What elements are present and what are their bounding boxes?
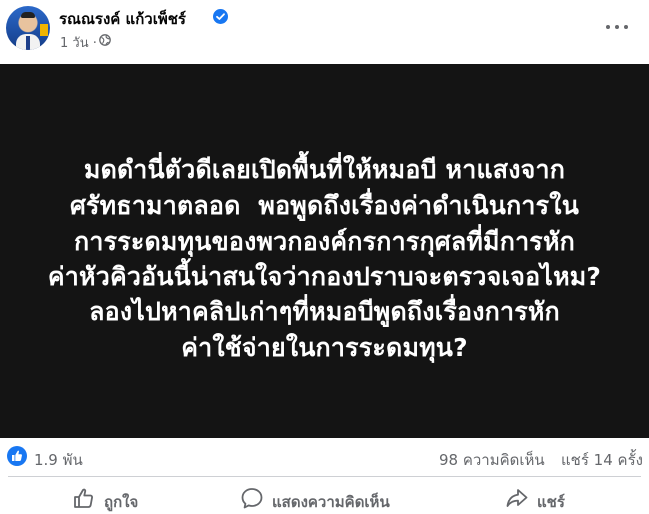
more-options-icon[interactable]	[600, 18, 634, 38]
comment-count[interactable]: 98 ความคิดเห็น	[439, 448, 545, 472]
like-reaction-icon[interactable]	[7, 446, 27, 466]
post-text-line: มดดำนี่ตัวดีเลยเปิดพื้นที่ให้หมอบี หาแสง…	[83, 155, 566, 184]
like-button[interactable]: ถูกใจ	[72, 484, 192, 511]
avatar-flag	[40, 24, 48, 36]
post-text-line: การระดมทุนของพวกองค์กรการกุศลที่มีการหัก	[74, 227, 575, 256]
share-button[interactable]: แชร์	[505, 484, 605, 511]
avatar-hair	[21, 12, 35, 18]
post-text-line: ศรัทธามาตลอด ￼ พอพูดถึงเรื่องค่าดำเนินกา…	[69, 191, 579, 220]
verified-badge-icon	[213, 9, 228, 24]
author-avatar[interactable]	[6, 6, 50, 50]
comment-bubble-icon	[241, 488, 263, 509]
reaction-count[interactable]: 1.9 พัน	[34, 448, 83, 472]
post-stats	[0, 438, 649, 478]
post-image[interactable]: มดดำนี่ตัวดีเลยเปิดพื้นที่ให้หมอบี หาแสง…	[0, 64, 649, 438]
comment-button[interactable]: แสดงความคิดเห็น	[240, 484, 440, 511]
globe-icon	[99, 34, 111, 46]
share-arrow-icon	[506, 489, 528, 507]
post-text-line: ค่าหัวคิวอันนี้น่าสนใจว่ากองปราบจะตรวจเจ…	[47, 262, 602, 291]
post-header: รณณรงค์ แก้วเพ็ชร์ 1 วัน ·	[0, 0, 649, 64]
post-time[interactable]: 1 วัน ·	[60, 32, 97, 53]
post-text-line: ลองไปหาคลิปเก่าๆ￼ที่หมอบีพูดถึงเรื่องการ…	[89, 297, 560, 326]
comment-label: แสดงความคิดเห็น	[272, 493, 390, 511]
stats-divider	[8, 476, 641, 477]
like-label: ถูกใจ	[104, 493, 139, 511]
thumbs-up-icon	[74, 488, 93, 508]
avatar-tie	[26, 36, 30, 50]
post-text-line: ค่าใช้จ่ายในการระดมทุน?￼	[181, 333, 468, 362]
author-name[interactable]: รณณรงค์ แก้วเพ็ชร์	[59, 7, 186, 31]
share-count[interactable]: แชร์ 14 ครั้ง	[561, 448, 643, 472]
share-label: แชร์	[537, 493, 565, 511]
